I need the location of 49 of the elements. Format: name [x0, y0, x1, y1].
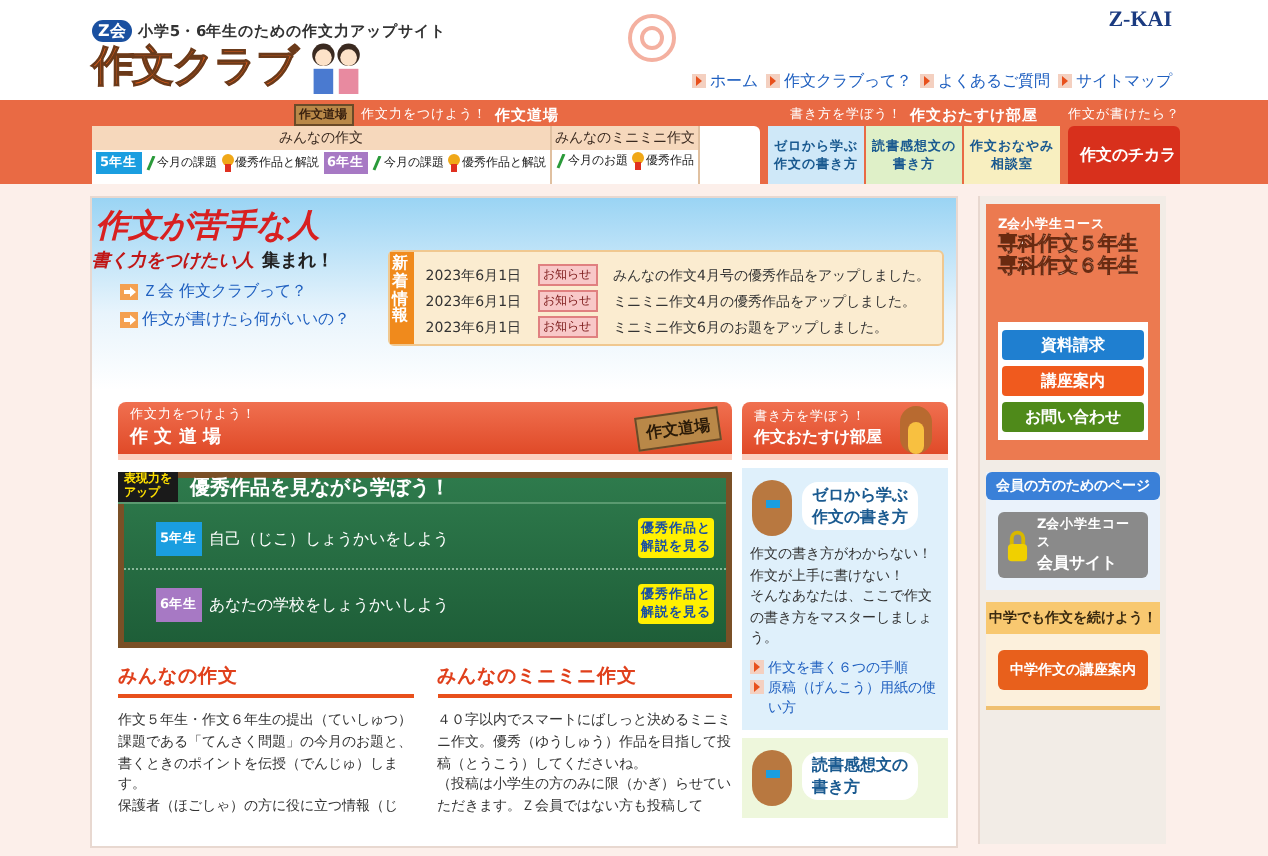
arrow-icon [120, 283, 138, 299]
topic-text: 自己（じこ）しょうかいをしよう [209, 527, 452, 550]
arrow-icon [1058, 74, 1072, 89]
course-title: 専科作文５年生 [998, 234, 1140, 256]
pencil-icon [145, 155, 156, 171]
logo-badge: Z会 [92, 20, 132, 42]
course-title: 専科作文６年生 [998, 256, 1140, 278]
door-character-icon [750, 745, 794, 805]
arrow-icon [692, 74, 706, 89]
pencil-icon [556, 153, 567, 169]
hero-headline: 作文が苦手な人 [94, 206, 322, 248]
hero-subline: 書く力をつけたい人 [92, 248, 254, 274]
dojo-sign: 作文道場 [634, 405, 722, 451]
news-label: 新着情報 [389, 252, 414, 344]
intro-link[interactable]: 作文が書けたら何がいいの？ [120, 308, 380, 330]
arrow-icon [120, 311, 138, 327]
site-logo[interactable]: 作文クラブ [92, 38, 298, 94]
arrow-icon [750, 660, 764, 674]
arrow-icon [920, 74, 934, 89]
arrow-icon [750, 680, 764, 694]
flower-icon [626, 12, 679, 64]
section-title[interactable]: みんなのミニミニ作文 [437, 664, 732, 698]
board-title: 優秀作品を見ながら学ぼう！ [190, 475, 450, 502]
medal-icon [448, 154, 461, 172]
course-button[interactable]: 講座案内 [1002, 366, 1144, 396]
topic-text: あなたの学校をしょうかいしよう [209, 593, 452, 616]
section-title: 作 文 道 場 [130, 424, 223, 450]
pencil-icon [372, 155, 383, 171]
medal-icon [632, 152, 645, 170]
door-icon [896, 402, 936, 454]
header-link[interactable]: よくあるご質問 [920, 70, 1050, 92]
course-button[interactable]: お問い合わせ [1002, 402, 1144, 432]
header-link[interactable]: 作文クラブって？ [766, 70, 912, 92]
header-link[interactable]: サイトマップ [1058, 70, 1172, 92]
hero-shout: 集まれ！ [262, 249, 334, 274]
intro-link[interactable]: Ｚ会 作文クラブって？ [120, 280, 380, 302]
guide-title[interactable]: ゼロから学ぶ 作文の書き方 [802, 482, 918, 530]
section-title[interactable]: みんなの作文 [118, 664, 413, 698]
header-link[interactable]: ホーム [692, 70, 758, 92]
lock-icon [1006, 529, 1029, 561]
course-button[interactable]: 資料請求 [1002, 330, 1144, 360]
nav-tile[interactable]: 作文のチカラ [1068, 126, 1180, 184]
children-drawing [306, 38, 366, 94]
brand-logo[interactable]: Z-KAI [1108, 8, 1172, 32]
arrow-icon [766, 74, 780, 89]
door-character-icon [750, 476, 794, 536]
section-title: 作文おたすけ部屋 [754, 426, 882, 448]
medal-icon [221, 154, 234, 172]
guide-title[interactable]: 読書感想文の 書き方 [802, 751, 918, 799]
